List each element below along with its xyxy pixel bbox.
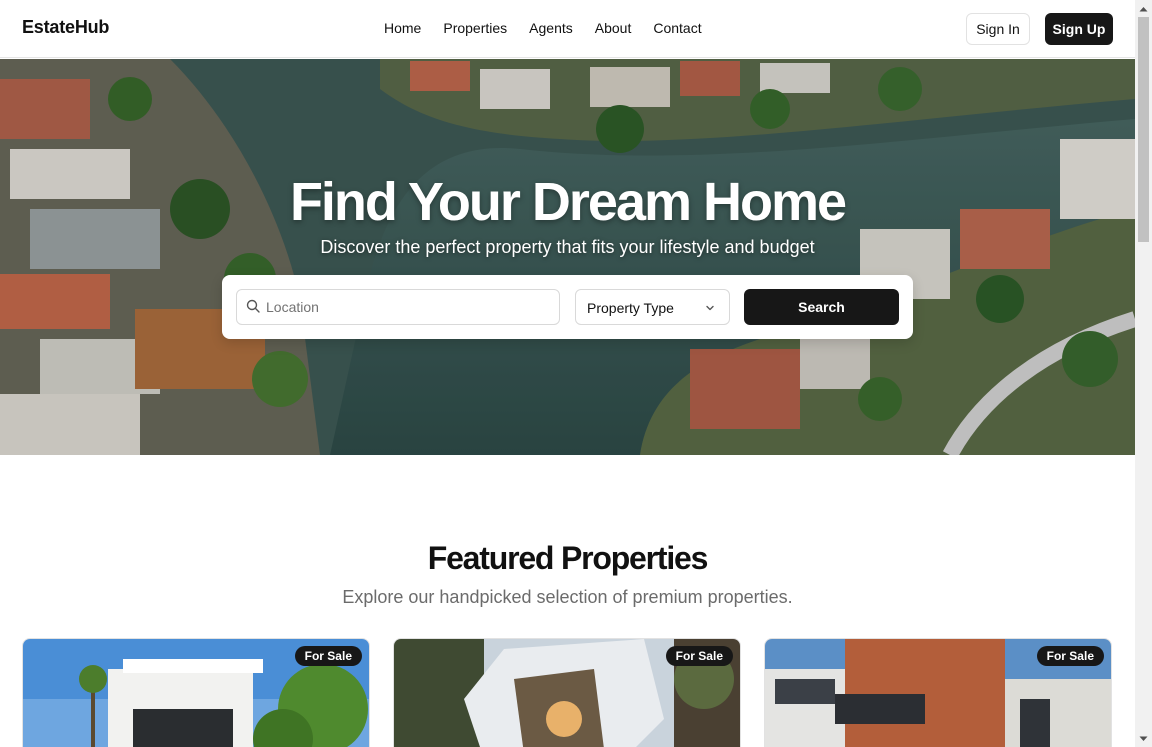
page-scrollbar[interactable] <box>1135 0 1152 747</box>
sign-in-button[interactable]: Sign In <box>966 13 1030 45</box>
scroll-up-arrow[interactable] <box>1135 0 1152 17</box>
nav-home[interactable]: Home <box>384 20 421 36</box>
nav-about[interactable]: About <box>595 20 632 36</box>
property-type-select[interactable]: Property Type <box>575 289 730 325</box>
search-icon <box>246 299 260 313</box>
search-card: Property Type Search <box>222 275 913 339</box>
logo[interactable]: EstateHub <box>22 17 109 38</box>
property-type-value: Property Type <box>587 300 674 316</box>
site-header: EstateHub Home Properties Agents About C… <box>0 0 1135 58</box>
hero-section: Find Your Dream Home Discover the perfec… <box>0 59 1135 455</box>
scroll-thumb[interactable] <box>1138 17 1149 242</box>
for-sale-badge: For Sale <box>294 646 362 666</box>
page: EstateHub Home Properties Agents About C… <box>0 0 1135 747</box>
featured-title: Featured Properties <box>427 540 709 576</box>
property-card-2[interactable]: For Sale <box>393 638 741 747</box>
nav-contact[interactable]: Contact <box>653 20 701 36</box>
nav-properties[interactable]: Properties <box>443 20 507 36</box>
sign-up-button[interactable]: Sign Up <box>1045 13 1113 45</box>
nav-agents[interactable]: Agents <box>529 20 573 36</box>
chevron-down-icon <box>706 305 714 311</box>
property-card-1[interactable]: For Sale <box>22 638 370 747</box>
property-card-3[interactable]: For Sale <box>764 638 1112 747</box>
search-button[interactable]: Search <box>744 289 899 325</box>
main-nav: Home Properties Agents About Contact <box>384 20 702 36</box>
hero-subtitle: Discover the perfect property that fits … <box>320 237 815 257</box>
scroll-down-arrow[interactable] <box>1135 730 1152 747</box>
featured-subtitle: Explore our handpicked selection of prem… <box>342 587 793 607</box>
location-input[interactable] <box>266 290 556 324</box>
hero-title: Find Your Dream Home <box>289 172 847 232</box>
for-sale-badge: For Sale <box>1036 646 1104 666</box>
location-field[interactable] <box>236 289 560 325</box>
for-sale-badge: For Sale <box>665 646 733 666</box>
